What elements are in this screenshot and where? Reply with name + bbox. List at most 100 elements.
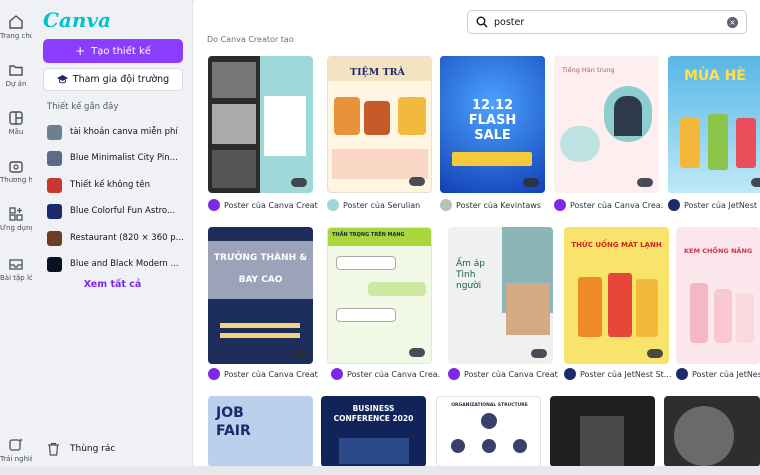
card-title: 12.12 FLASH SALE [468,98,517,143]
template-card[interactable]: ORGANIZATIONAL STRUCTURE [436,396,541,467]
recent-item[interactable]: Thiết kế không tên [47,176,187,194]
template-card[interactable]: Tiếng Hàn trung [554,56,659,193]
recent-item[interactable]: tài khoản canva miễn phí [47,123,187,141]
card-caption-text: Poster của Kevintaws [456,200,541,210]
card-title: THẦN TRỌNG TRÊN MẠNG [332,232,405,238]
recent-item[interactable]: Blue Colorful Fun Astro... [47,202,187,220]
card-caption-text: Poster của JetNest St... [684,200,760,210]
recent-item[interactable]: Blue and Black Modern ... [47,255,187,273]
template-card[interactable]: JOB FAIR [208,396,313,467]
card-caption-text: Poster của Canva Creati... [224,369,318,379]
home-icon [9,15,23,29]
card-caption: Poster của JetNest St... [668,199,760,211]
rail-brand[interactable]: Thương hi... [0,158,32,184]
trash-icon [48,442,59,456]
trash-button[interactable]: Thùng rác [47,442,115,456]
graduation-cap-icon [56,75,68,84]
card-title: ORGANIZATIONAL STRUCTURE [451,403,528,408]
nav-rail: Trang chủ Dự án Mẫu Thương hi... Ứng dụn… [0,0,32,475]
template-card[interactable]: TIỆM TRÀ [327,56,432,193]
see-all-link[interactable]: Xem tất cả [32,279,193,290]
card-title: MÙA HÈ [684,68,746,84]
creator-avatar [327,199,339,211]
card-caption-text: Poster của Canva Crea... [570,200,664,210]
card-title: Ấm áp Tình người [456,259,486,291]
recent-item-label: Blue Colorful Fun Astro... [70,206,176,216]
rail-templates[interactable]: Mẫu [0,110,32,136]
join-team-label: Tham gia đội trường [72,74,170,85]
creator-avatar [676,368,688,380]
recent-item[interactable]: Restaurant (820 × 360 p... [47,229,187,247]
create-design-label: Tạo thiết kế [91,45,151,57]
recent-item[interactable]: Blue Minimalist City Pin... [47,149,187,167]
recent-item-label: Restaurant (820 × 360 p... [70,233,184,243]
canva-logo[interactable]: Canva [43,8,111,32]
card-caption: Poster của Canva Creati... [208,368,318,380]
pro-badge [637,178,653,187]
pro-badge [409,348,425,357]
recent-thumbnail [47,230,62,246]
creator-avatar [208,199,220,211]
template-card[interactable]: BUSINESS CONFERENCE 2020 [321,396,426,467]
template-card[interactable]: TRƯỞNG THÀNH & BAY CAO [208,227,313,364]
pro-badge [291,349,307,358]
card-caption: Poster của Serulian [327,199,437,211]
card-caption-text: Poster của JetNest St... [580,369,672,379]
pro-badge [531,349,547,358]
rail-label: Ứng dụng [0,224,32,232]
rail-classwork[interactable]: Bài tập lớp [0,256,32,282]
pro-badge [647,349,663,358]
card-caption: Poster của JetNest St... [676,368,760,380]
rail-apps[interactable]: Ứng dụng [0,206,32,232]
create-design-button[interactable]: + Tạo thiết kế [43,39,183,63]
card-title: BUSINESS CONFERENCE 2020 [333,404,414,423]
pro-badge [751,178,760,187]
pro-badge [409,177,425,186]
rail-experience[interactable]: Trải nghiệ... [0,437,32,463]
search-input[interactable] [494,16,714,28]
template-card[interactable]: 12.12 FLASH SALE [440,56,545,193]
card-title: THỨC UỐNG MÁT LẠNH [571,241,662,249]
template-card[interactable] [550,396,655,467]
search-box[interactable]: × [467,10,747,34]
rail-label: Bài tập lớp [0,274,32,282]
card-caption: Poster của Kevintaws [440,199,550,211]
card-title: Tiếng Hàn trung [562,66,615,74]
main-content: Do Canva Creator tạo × TIỆM TRÀ 12.12 FL… [193,0,760,475]
card-title: TIỆM TRÀ [350,67,405,78]
card-caption-text: Poster của Canva Crea... [347,369,441,379]
pro-badge [291,178,307,187]
recent-thumbnail [47,203,62,219]
rail-label: Thương hi... [0,176,32,184]
template-card[interactable] [664,396,760,467]
recent-item-label: Blue Minimalist City Pin... [70,153,178,163]
template-card[interactable]: KEM CHỐNG NẮNG [676,227,760,364]
template-card[interactable]: THỨC UỐNG MÁT LẠNH [564,227,669,364]
recent-item-label: tài khoản canva miễn phí [70,127,178,137]
creator-avatar [668,199,680,211]
pro-badge [523,178,539,187]
rail-label: Trang chủ [0,32,32,40]
sparkle-icon [9,438,23,451]
template-card[interactable] [208,56,313,193]
rail-home[interactable]: Trang chủ [0,14,32,40]
template-card[interactable]: THẦN TRỌNG TRÊN MẠNG [327,227,432,364]
section-title: Do Canva Creator tạo [207,35,294,44]
trash-label: Thùng rác [70,444,116,454]
recent-thumbnail [47,256,62,272]
creator-avatar [440,199,452,211]
join-team-button[interactable]: Tham gia đội trường [43,68,183,91]
template-icon [9,111,23,125]
rail-projects[interactable]: Dự án [0,62,32,88]
card-caption-text: Poster của JetNest St... [692,369,760,379]
template-card[interactable]: MÙA HÈ [668,56,760,193]
recent-item-label: Blue and Black Modern ... [70,259,179,269]
clear-search-icon[interactable]: × [727,17,738,28]
template-card[interactable]: Ấm áp Tình người [448,227,553,364]
recent-thumbnail [47,150,62,166]
search-icon [476,16,488,28]
card-caption-text: Poster của Serulian [343,200,421,210]
sidebar: Canva + Tạo thiết kế Tham gia đội trường… [32,0,193,475]
class-icon [9,259,23,270]
recent-designs-heading: Thiết kế gần đây [47,102,119,112]
